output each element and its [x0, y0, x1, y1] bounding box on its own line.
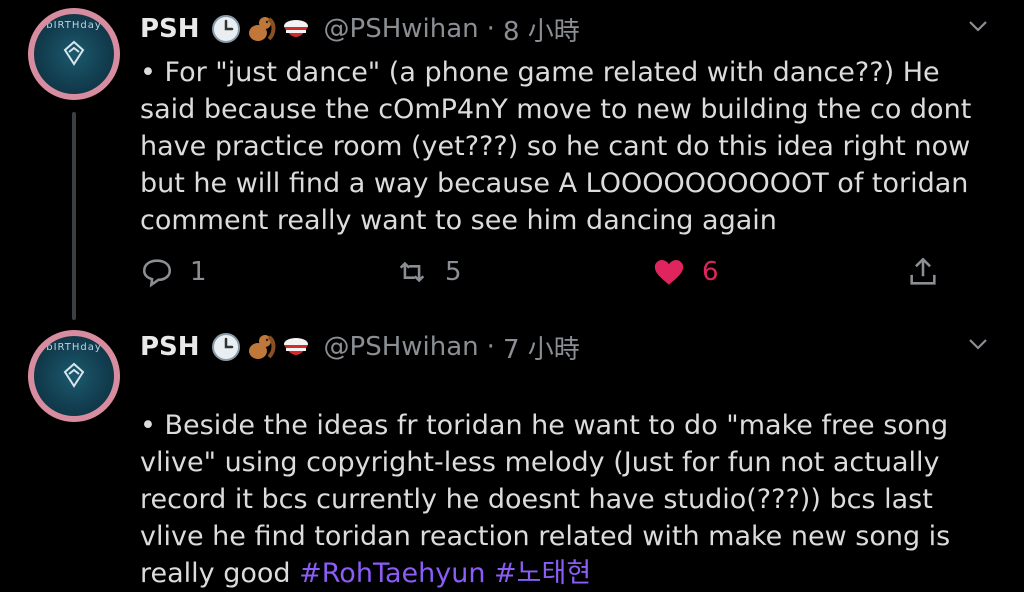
- share-button[interactable]: [906, 252, 956, 292]
- tweet-header: PSH @PSHwihan · 8 小時: [140, 11, 580, 48]
- like-count: 6: [702, 257, 719, 287]
- like-button[interactable]: 6: [652, 252, 719, 292]
- clock-emoji: [211, 15, 240, 43]
- author-name[interactable]: PSH: [140, 332, 200, 362]
- dot-separator: ·: [486, 14, 495, 44]
- share-icon: [910, 257, 936, 285]
- retweet-icon: [399, 261, 425, 283]
- tweet-text: • For "just dance" (a phone game related…: [140, 57, 972, 236]
- emoji-row: [210, 13, 312, 45]
- avatar-logo-icon: [63, 362, 85, 388]
- retweet-count: 5: [445, 257, 462, 287]
- chevron-down-icon[interactable]: [966, 332, 990, 356]
- author-handle[interactable]: @PSHwihan: [324, 332, 479, 362]
- thread-line: [72, 112, 76, 320]
- author-name[interactable]: PSH: [140, 14, 200, 44]
- chevron-down-icon[interactable]: [966, 14, 990, 38]
- reply-button[interactable]: 1: [140, 252, 207, 292]
- tweet-2[interactable]: bIRTHday PSH @PSHwihan · 7 小時 • Beside t…: [0, 318, 1024, 589]
- hashtag-link[interactable]: #노태현: [494, 558, 591, 589]
- tweet-header: PSH @PSHwihan · 7 小時: [140, 329, 580, 366]
- hashtag-link[interactable]: #RohTaehyun: [299, 558, 485, 589]
- heart-icon: [654, 259, 684, 285]
- avatar[interactable]: bIRTHday: [28, 8, 120, 100]
- author-handle[interactable]: @PSHwihan: [324, 14, 479, 44]
- dot-separator: ·: [486, 332, 495, 362]
- chipmunk-emoji: [248, 17, 276, 41]
- tweet-text-container: • Beside the ideas fr toridan he want to…: [140, 370, 1000, 592]
- reply-count: 1: [190, 257, 207, 287]
- action-bar: 1 5 6: [140, 252, 950, 292]
- rice-emoji: [283, 338, 308, 355]
- avatar-ring-text: bIRTHday: [46, 342, 102, 353]
- rice-emoji: [283, 20, 308, 37]
- avatar-logo-icon: [63, 40, 85, 66]
- emoji-row: [210, 331, 312, 363]
- avatar[interactable]: bIRTHday: [28, 330, 120, 422]
- tweet-1[interactable]: bIRTHday PSH @PSHwihan · 8 小時 • For "jus…: [0, 0, 1024, 330]
- clock-emoji: [211, 333, 240, 361]
- timestamp[interactable]: 7 小時: [503, 329, 580, 366]
- reply-icon: [142, 259, 172, 288]
- timestamp[interactable]: 8 小時: [503, 11, 580, 48]
- retweet-button[interactable]: 5: [395, 252, 462, 292]
- avatar-ring-text: bIRTHday: [46, 20, 102, 31]
- chipmunk-emoji: [248, 335, 276, 359]
